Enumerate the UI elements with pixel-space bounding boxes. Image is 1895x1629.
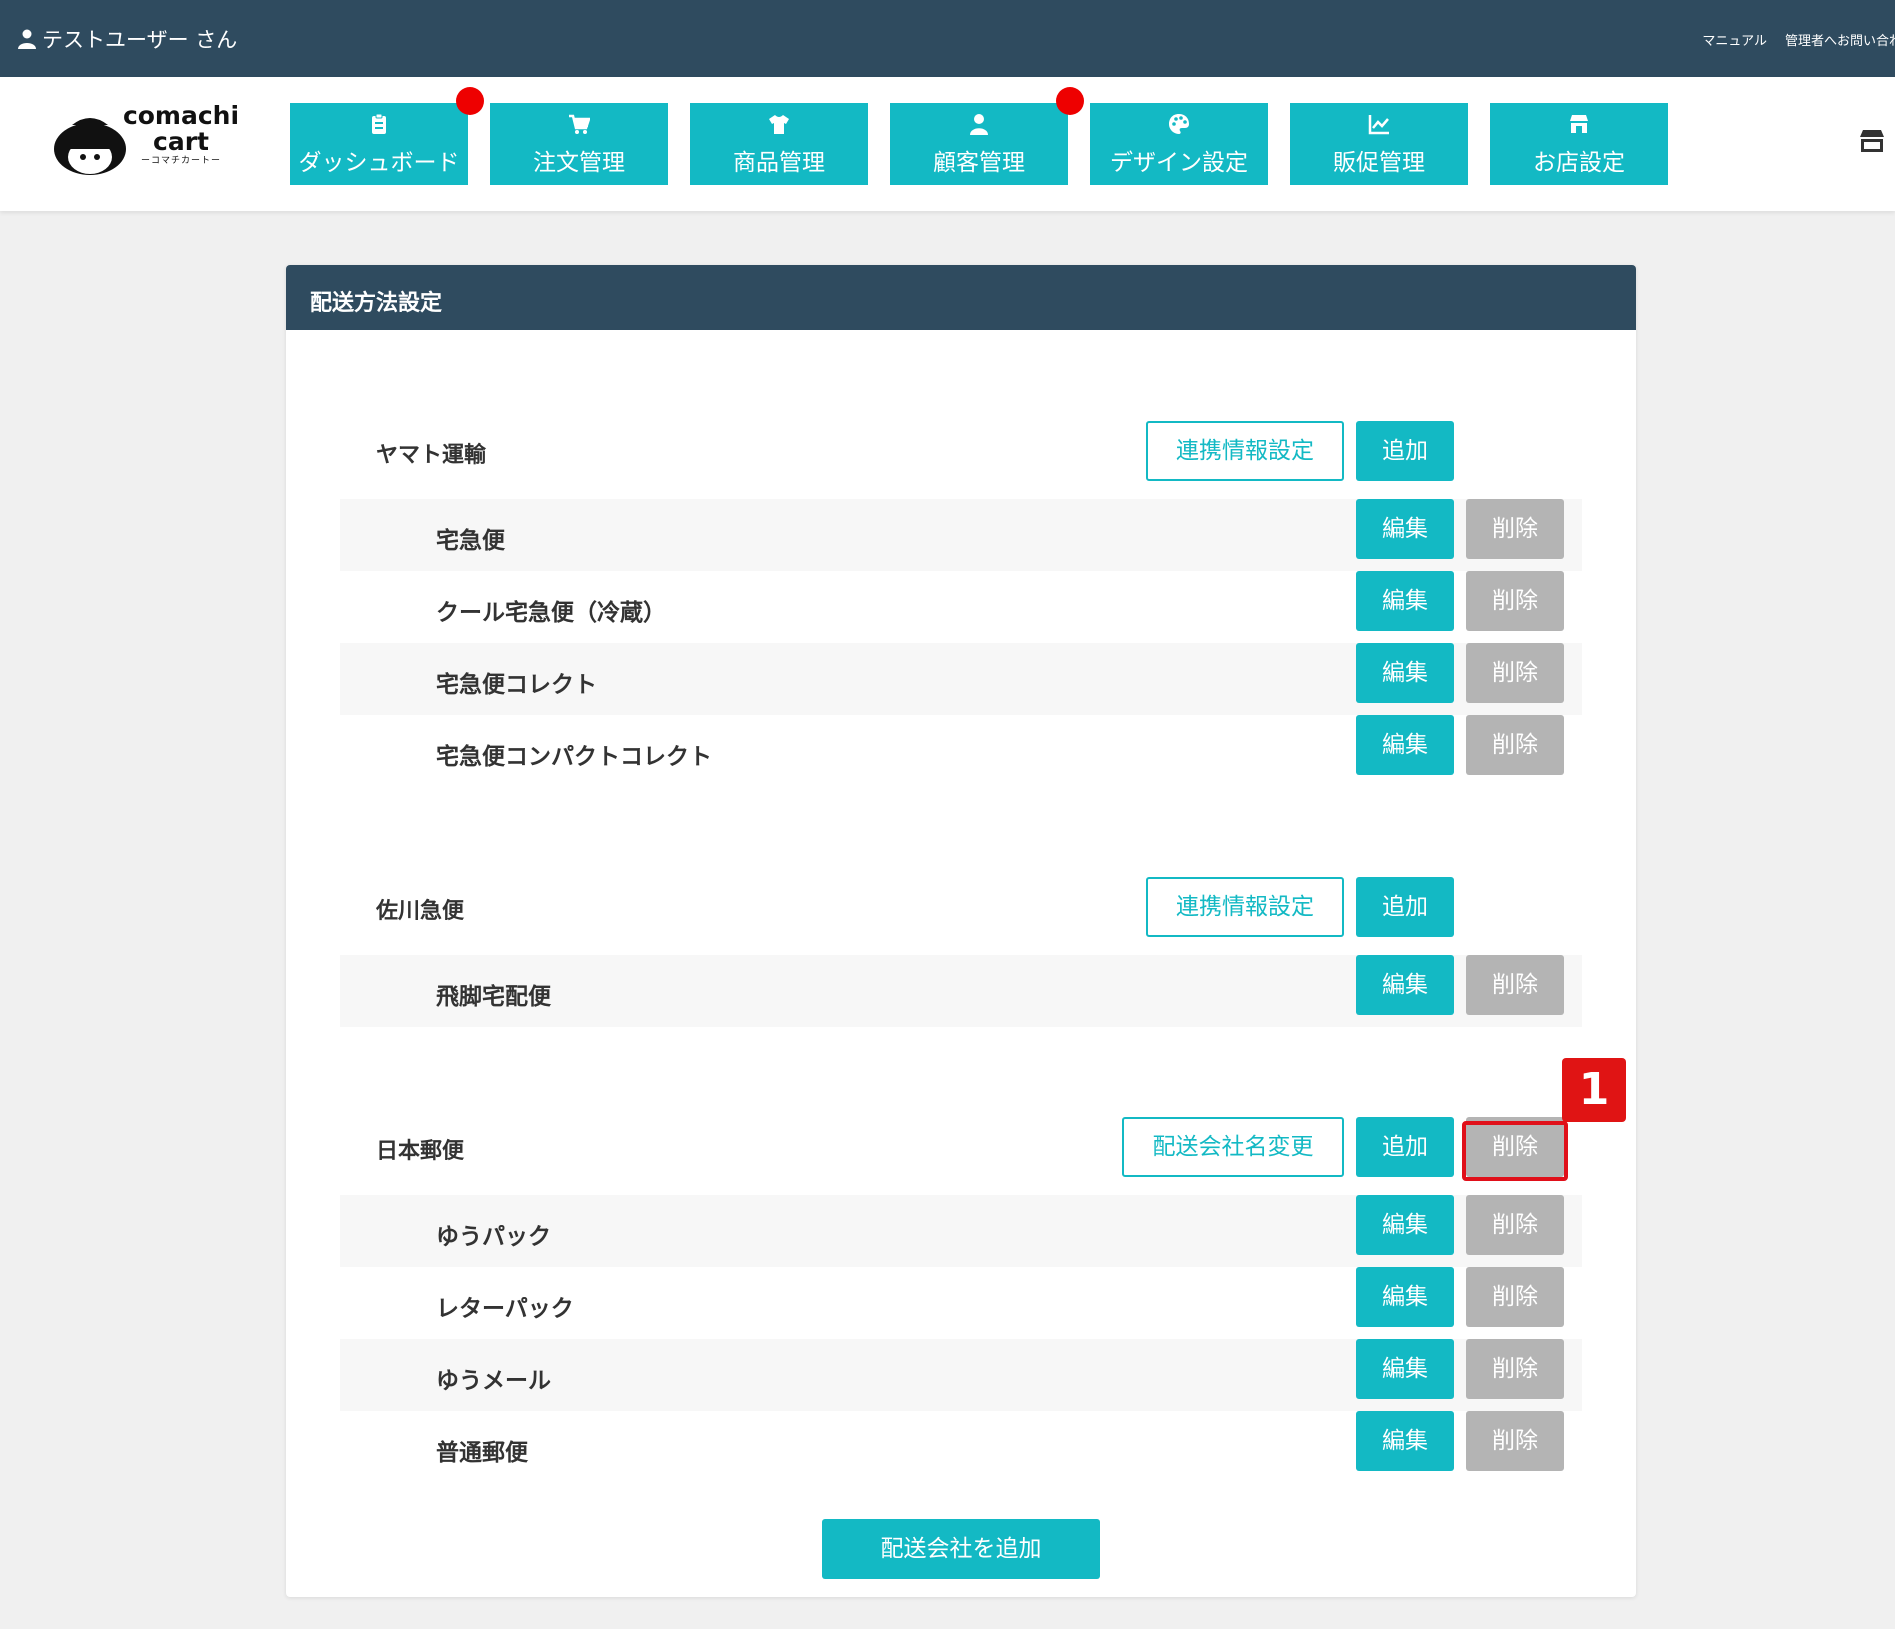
contact-admin-link[interactable]: 管理者へお問い合わせ — [1785, 30, 1895, 49]
method-name: 宅急便 — [436, 528, 505, 554]
top-bar: テストユーザー さん マニュアル 管理者へお問い合わせ — [0, 0, 1895, 77]
method-name: 飛脚宅配便 — [436, 984, 551, 1010]
method-row: 普通郵便 編集 削除 — [340, 1411, 1582, 1483]
method-row: 宅急便コレクト 編集 削除 — [340, 643, 1582, 715]
manual-link[interactable]: マニュアル — [1702, 30, 1767, 49]
method-name: 宅急便コレクト — [436, 672, 597, 698]
edit-button[interactable]: 編集 — [1356, 1339, 1454, 1399]
logo-brand-sub: ーコマチカートー — [140, 156, 221, 166]
method-name: レターパック — [436, 1296, 574, 1322]
chart-line-icon — [1368, 115, 1389, 135]
nav-products[interactable]: 商品管理 — [690, 103, 868, 185]
annotation-step-badge: 1 — [1562, 1058, 1626, 1122]
method-name: 普通郵便 — [436, 1440, 528, 1466]
edit-button[interactable]: 編集 — [1356, 1411, 1454, 1471]
method-name: 宅急便コンパクトコレクト — [436, 744, 712, 770]
person-icon — [970, 114, 988, 135]
nav-customers-label: 顧客管理 — [933, 150, 1025, 176]
main-header: comachi cart ーコマチカートー ダッシュボード 注文管理 商品管理 … — [0, 77, 1895, 211]
link-settings-button[interactable]: 連携情報設定 — [1146, 421, 1344, 481]
add-method-button[interactable]: 追加 — [1356, 877, 1454, 937]
delete-button[interactable]: 削除 — [1466, 571, 1564, 631]
shop-front-icon[interactable] — [1858, 127, 1886, 155]
nav-orders-label: 注文管理 — [533, 150, 625, 176]
nav-customers[interactable]: 顧客管理 — [890, 87, 1084, 185]
nav-orders[interactable]: 注文管理 — [490, 103, 668, 185]
delete-button[interactable]: 削除 — [1466, 1267, 1564, 1327]
rename-company-button[interactable]: 配送会社名変更 — [1122, 1117, 1344, 1177]
nav-store-settings-label: お店設定 — [1533, 150, 1625, 176]
top-links: マニュアル 管理者へお問い合わせ — [1702, 30, 1895, 49]
edit-button[interactable]: 編集 — [1356, 571, 1454, 631]
method-row: クール宅急便（冷蔵） 編集 削除 — [340, 571, 1582, 643]
shirt-icon — [769, 115, 789, 134]
store-icon — [1570, 115, 1588, 133]
cart-icon — [569, 114, 590, 134]
delete-button[interactable]: 削除 — [1466, 499, 1564, 559]
add-company-button[interactable]: 配送会社を追加 — [822, 1519, 1100, 1579]
delete-button[interactable]: 削除 — [1466, 1411, 1564, 1471]
add-method-button[interactable]: 追加 — [1356, 421, 1454, 481]
method-name: ゆうメール — [436, 1368, 551, 1394]
nav-design-label: デザイン設定 — [1110, 150, 1248, 176]
notification-dot — [456, 87, 484, 115]
edit-button[interactable]: 編集 — [1356, 1195, 1454, 1255]
annotation-highlight — [1462, 1121, 1568, 1181]
user-menu[interactable]: テストユーザー さん — [18, 24, 237, 54]
add-method-button[interactable]: 追加 — [1356, 1117, 1454, 1177]
user-icon — [18, 29, 36, 49]
method-row: ゆうパック 編集 削除 — [340, 1195, 1582, 1267]
panel-title: 配送方法設定 — [286, 265, 1636, 330]
carrier-name: ヤマト運輸 — [376, 443, 487, 468]
palette-icon — [1169, 114, 1189, 134]
method-row: レターパック 編集 削除 — [340, 1267, 1582, 1339]
edit-button[interactable]: 編集 — [1356, 499, 1454, 559]
method-row: 宅急便 編集 削除 — [340, 499, 1582, 571]
edit-button[interactable]: 編集 — [1356, 955, 1454, 1015]
nav-design[interactable]: デザイン設定 — [1090, 103, 1268, 185]
delete-button[interactable]: 削除 — [1466, 1339, 1564, 1399]
nav-dashboard[interactable]: ダッシュボード — [290, 87, 484, 185]
nav-products-label: 商品管理 — [733, 150, 825, 176]
comachi-cart-logo[interactable]: comachi cart ーコマチカートー — [50, 103, 240, 183]
method-row: ゆうメール 編集 削除 — [340, 1339, 1582, 1411]
method-name: クール宅急便（冷蔵） — [436, 600, 666, 626]
method-name: ゆうパック — [436, 1224, 551, 1250]
delete-button[interactable]: 削除 — [1466, 1195, 1564, 1255]
clipboard-icon — [372, 113, 386, 134]
nav-store-settings[interactable]: お店設定 — [1490, 103, 1668, 185]
nav-promotion[interactable]: 販促管理 — [1290, 103, 1468, 185]
logo-brand-line2: cart — [153, 127, 209, 156]
method-row: 宅急便コンパクトコレクト 編集 削除 — [340, 715, 1582, 787]
logo-mascot-icon — [54, 118, 126, 175]
method-row: 飛脚宅配便 編集 削除 — [340, 955, 1582, 1027]
carrier-name: 佐川急便 — [376, 899, 465, 924]
carrier-name: 日本郵便 — [376, 1139, 465, 1164]
nav-dashboard-label: ダッシュボード — [298, 150, 460, 176]
delete-button[interactable]: 削除 — [1466, 643, 1564, 703]
shipping-settings-panel: 配送方法設定 ヤマト運輸 連携情報設定 追加 宅急便 編集 削除 クール宅急便（… — [286, 265, 1636, 1597]
delete-button[interactable]: 削除 — [1466, 955, 1564, 1015]
user-name: テストユーザー さん — [42, 28, 238, 52]
logo-brand: comachi cart ーコマチカートー — [122, 103, 240, 167]
link-settings-button[interactable]: 連携情報設定 — [1146, 877, 1344, 937]
logo-brand-line1: comachi — [122, 101, 240, 130]
nav-promotion-label: 販促管理 — [1333, 150, 1425, 176]
edit-button[interactable]: 編集 — [1356, 715, 1454, 775]
edit-button[interactable]: 編集 — [1356, 643, 1454, 703]
edit-button[interactable]: 編集 — [1356, 1267, 1454, 1327]
notification-dot — [1056, 87, 1084, 115]
delete-button[interactable]: 削除 — [1466, 715, 1564, 775]
